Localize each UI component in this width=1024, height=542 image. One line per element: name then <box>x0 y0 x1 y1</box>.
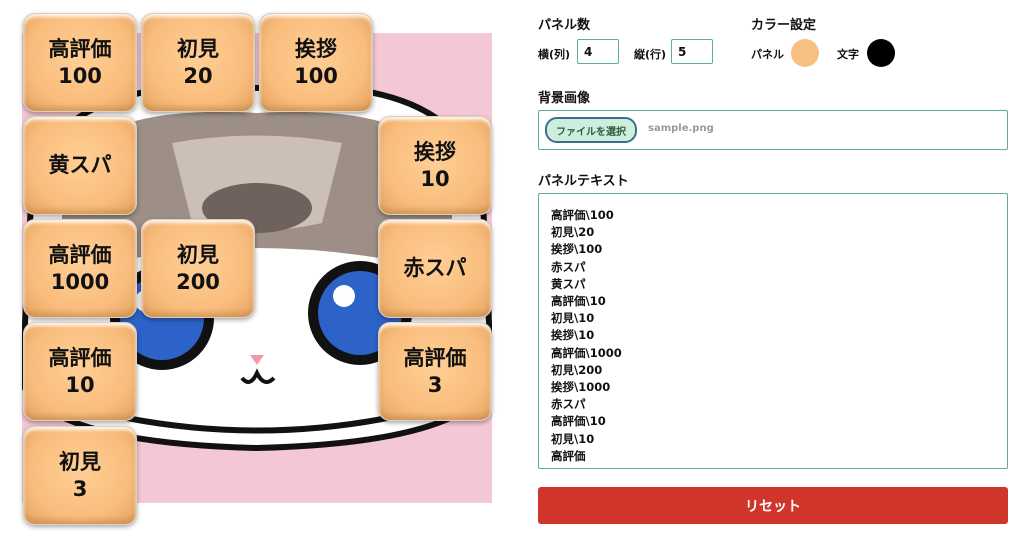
bingo-panel[interactable]: 高評価 1000 <box>23 219 137 318</box>
cols-input[interactable] <box>577 39 619 64</box>
bingo-board: 高評価 100 初見 20 挨拶 100 黄スパ 挨拶 10 高評価 1000 … <box>0 0 500 542</box>
text-line: 初見\10 <box>551 311 595 326</box>
panel-text-line1: 高評価 <box>48 242 112 267</box>
text-line: 赤スパ <box>551 397 586 412</box>
panel-text-line1: 高評価 <box>403 345 467 370</box>
bingo-panel[interactable]: 初見 3 <box>23 426 137 525</box>
text-line: 挨拶\10 <box>551 328 595 343</box>
text-line: 高評価\100 <box>551 208 614 222</box>
panel-text-line1: 黄スパ <box>48 153 112 177</box>
bingo-panel[interactable]: 初見 20 <box>141 13 255 112</box>
panel-text-line1: 初見 <box>177 242 219 267</box>
text-color-label: 文字 <box>837 48 859 61</box>
bingo-panel[interactable]: 高評価 3 <box>378 322 492 421</box>
bingo-panel[interactable]: 高評価 100 <box>23 13 137 112</box>
text-line: 挨拶\100 <box>551 242 603 257</box>
rows-input[interactable] <box>671 39 713 64</box>
text-line: 初見\20 <box>551 225 595 240</box>
panel-color-swatch[interactable] <box>791 39 819 67</box>
panel-text-line2: 100 <box>294 63 338 88</box>
settings-panel: パネル数 横(列) 縦(行) カラー設定 パネル 文字 背景画像 ファイルを選択… <box>538 0 1010 542</box>
bingo-panel[interactable]: 挨拶 10 <box>378 116 492 215</box>
background-image-label: 背景画像 <box>538 91 591 106</box>
panel-text-line1: 挨拶 <box>414 139 456 164</box>
panel-text-line2: 20 <box>183 63 213 88</box>
text-line: 初見\200 <box>551 362 603 377</box>
bingo-panel[interactable]: 高評価 10 <box>23 322 137 421</box>
panel-text-line2: 100 <box>58 63 102 88</box>
reset-button[interactable]: リセット <box>538 487 1008 524</box>
text-line: 高評価\1000 <box>551 345 622 360</box>
panel-text-line2: 3 <box>72 476 88 501</box>
text-line: 黄スパ <box>551 276 586 291</box>
panel-text-line1: 赤スパ <box>403 256 467 280</box>
panel-text-line2: 10 <box>65 372 95 397</box>
panel-text-line1: 初見 <box>59 449 101 474</box>
text-line: 高評価 <box>551 448 586 463</box>
bingo-panel[interactable]: 赤スパ <box>378 219 492 318</box>
panel-text-line2: 200 <box>176 269 220 294</box>
panel-text-line1: 高評価 <box>48 345 112 370</box>
panel-text-line2: 10 <box>420 166 450 191</box>
panel-text-line1: 挨拶 <box>295 36 337 61</box>
color-settings-label: カラー設定 <box>751 18 817 33</box>
file-input-box: ファイルを選択 sample.png <box>538 110 1008 150</box>
panel-count-label: パネル数 <box>538 18 591 33</box>
panel-text-line2: 3 <box>427 372 443 397</box>
selected-file-name: sample.png <box>648 123 714 134</box>
text-line: 高評価\10 <box>551 294 606 309</box>
text-color-swatch[interactable] <box>867 39 895 67</box>
choose-file-button[interactable]: ファイルを選択 <box>545 117 637 143</box>
panel-text-line1: 高評価 <box>48 36 112 61</box>
text-line: 挨拶\1000 <box>551 380 611 395</box>
panel-text-line1: 初見 <box>177 36 219 61</box>
bingo-panel[interactable]: 挨拶 100 <box>259 13 373 112</box>
panel-text-line2: 1000 <box>50 269 110 294</box>
text-line: 初見\10 <box>551 431 595 446</box>
cols-label: 横(列) <box>538 48 571 61</box>
bingo-panel[interactable]: 黄スパ <box>23 116 137 215</box>
bingo-panel[interactable]: 初見 200 <box>141 219 255 318</box>
panel-text-label: パネルテキスト <box>538 174 629 189</box>
rows-label: 縦(行) <box>634 48 667 61</box>
text-line: 赤スパ <box>551 259 586 274</box>
panel-color-label: パネル <box>751 48 784 61</box>
text-line: 高評価\10 <box>551 414 606 429</box>
panel-text-textarea[interactable]: 高評価\100 初見\20 挨拶\100 赤スパ 黄スパ 高評価\10 初見\1… <box>538 193 1008 469</box>
